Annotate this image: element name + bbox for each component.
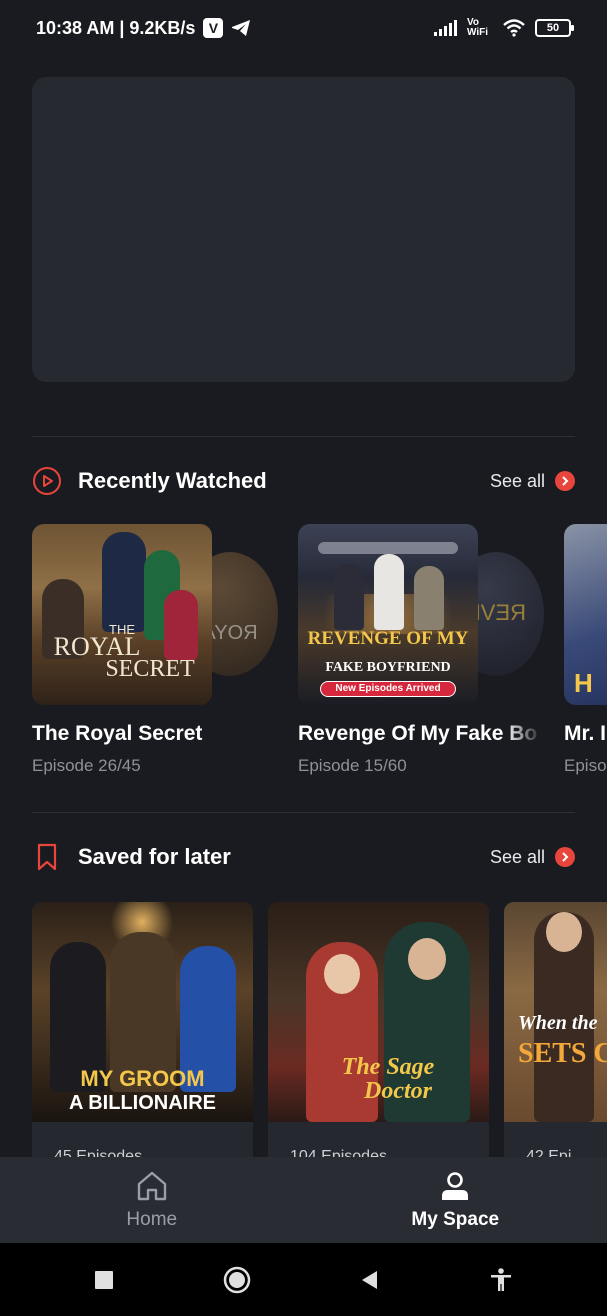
vowifi-label: Vo WiFi	[467, 17, 489, 38]
poster-title-1: The Sage	[341, 1054, 435, 1080]
chevron-right-icon	[555, 471, 575, 491]
signal-icon	[434, 20, 457, 36]
poster-image: When the SETS C	[504, 902, 607, 1122]
saved-for-later-header: Saved for later See all	[32, 837, 575, 877]
nav-home[interactable]: Home	[0, 1157, 304, 1243]
home-circle-icon[interactable]	[222, 1265, 252, 1295]
status-right: Vo WiFi 50	[434, 17, 574, 38]
poster-title-3: SECRET	[105, 656, 195, 682]
poster-title-2: SETS C	[518, 1038, 607, 1069]
card-episode: Episode 15/60	[298, 756, 407, 775]
poster-image: REVENGE OF MY FAKE BOYFRIEND New Episode…	[298, 524, 478, 705]
divider	[32, 812, 575, 813]
battery-icon: 50	[535, 19, 574, 37]
see-all-label: See all	[489, 470, 545, 491]
poster-title-2: A BILLIONAIRE	[68, 1092, 217, 1114]
saved-card[interactable]: When the SETS C 42 Epi	[504, 902, 607, 1172]
chevron-right-icon	[555, 847, 575, 867]
poster-image: THE ROYAL SECRET	[32, 524, 212, 705]
recently-watched-title: Recently Watched	[32, 466, 267, 496]
saved-for-later-see-all[interactable]: See all	[490, 847, 575, 868]
poster-title-1: MY GROOM	[80, 1066, 205, 1091]
banner-placeholder[interactable]	[32, 77, 575, 382]
recently-watched-see-all[interactable]: See all	[490, 471, 575, 492]
see-all-label: See all	[489, 846, 545, 867]
poster-title-1: When the	[518, 1012, 598, 1034]
time-speed: 10:38 AM | 9.2KB/s	[36, 17, 196, 38]
poster-title-2: Doctor	[364, 1078, 432, 1104]
divider	[32, 436, 575, 437]
recents-icon[interactable]	[93, 1269, 115, 1291]
poster-title-2: FAKE BOYFRIEND	[325, 660, 451, 675]
saved-for-later-label: Saved for later	[78, 844, 231, 869]
home-icon	[137, 1171, 166, 1201]
bottom-nav: Home My Space	[0, 1157, 607, 1243]
card-title: The Royal Secret	[32, 722, 203, 745]
status-left: 10:38 AM | 9.2KB/s V	[36, 18, 251, 39]
card-title: Mr. I	[564, 722, 607, 745]
bookmark-icon	[37, 843, 57, 871]
poster-image: H	[564, 524, 607, 705]
poster-image: MY GROOM A BILLIONAIRE	[32, 902, 253, 1122]
nav-my-space[interactable]: My Space	[304, 1157, 607, 1243]
v-app-icon: V	[203, 18, 224, 38]
card-episode: Episo	[564, 756, 607, 775]
card-title: Revenge Of My Fake Bo	[298, 722, 538, 745]
nav-home-label: Home	[126, 1209, 178, 1230]
recently-watched-label: Recently Watched	[78, 468, 267, 493]
wifi-icon	[503, 19, 525, 37]
user-icon	[442, 1172, 469, 1200]
saved-card[interactable]: MY GROOM A BILLIONAIRE 45 Episodes	[32, 902, 253, 1172]
card-episode: Episode 26/45	[32, 756, 141, 775]
saved-card[interactable]: The Sage Doctor 104 Episodes	[268, 902, 489, 1172]
system-nav-bar	[0, 1243, 607, 1316]
recently-watched-header: Recently Watched See all	[32, 461, 575, 501]
saved-for-later-title: Saved for later	[32, 842, 231, 872]
poster-title-1: H	[574, 668, 593, 698]
play-circle-icon	[33, 467, 61, 495]
poster-image: The Sage Doctor	[268, 902, 489, 1122]
back-icon[interactable]	[359, 1269, 381, 1291]
poster-title-1: REVENGE OF MY	[307, 628, 469, 649]
recently-watched-card[interactable]: H Mr. I Episo	[564, 524, 607, 784]
telegram-icon	[232, 20, 251, 36]
status-bar: 10:38 AM | 9.2KB/s V Vo WiFi 50	[0, 0, 607, 56]
nav-my-space-label: My Space	[411, 1209, 500, 1230]
new-episodes-badge: New Episodes Arrived	[320, 681, 456, 697]
accessibility-icon[interactable]	[488, 1267, 514, 1293]
